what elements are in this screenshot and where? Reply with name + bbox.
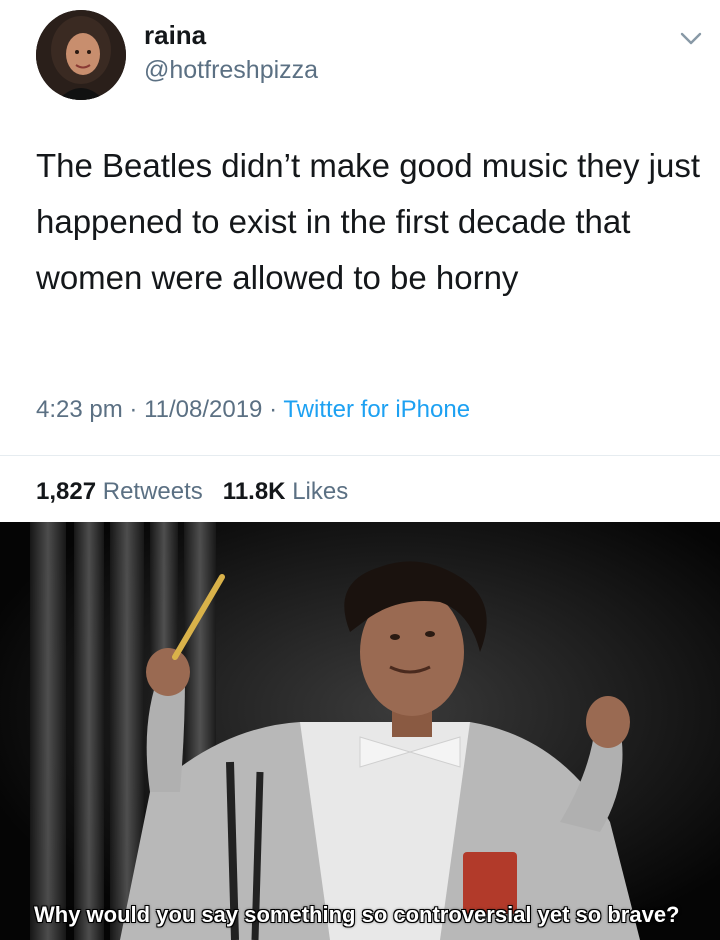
- meme-caption: Why would you say something so controver…: [34, 902, 680, 927]
- meme-image: Why would you say something so controver…: [0, 522, 720, 940]
- likes-stat[interactable]: 11.8K Likes: [223, 478, 348, 505]
- likes-count: 11.8K: [222, 478, 286, 505]
- separator-dot: ·: [129, 396, 145, 423]
- engagement-stats: 1,827 Retweets 11.8K Likes: [36, 478, 348, 506]
- retweets-label: Retweets: [102, 478, 203, 505]
- avatar[interactable]: [36, 10, 126, 100]
- likes-label: Likes: [292, 478, 349, 505]
- display-name[interactable]: raina: [144, 20, 206, 51]
- tweet-date[interactable]: 11/08/2019: [144, 396, 262, 423]
- retweets-stat[interactable]: 1,827 Retweets: [36, 478, 203, 505]
- tweet-source-link[interactable]: Twitter for iPhone: [283, 396, 470, 423]
- divider: [0, 455, 720, 456]
- retweets-count: 1,827: [36, 478, 97, 505]
- tweet-text: The Beatles didn’t make good music they …: [36, 147, 701, 296]
- tweet-metadata: 4:23 pm · 11/08/2019 · Twitter for iPhon…: [36, 396, 470, 424]
- tweet-card: raina @hotfreshpizza The Beatles didn’t …: [0, 0, 720, 522]
- user-handle[interactable]: @hotfreshpizza: [144, 56, 318, 85]
- tweet-time[interactable]: 4:23 pm: [36, 396, 123, 423]
- separator-dot: ·: [269, 396, 284, 423]
- chevron-down-icon[interactable]: [674, 24, 708, 54]
- meme-illustration: [0, 522, 720, 940]
